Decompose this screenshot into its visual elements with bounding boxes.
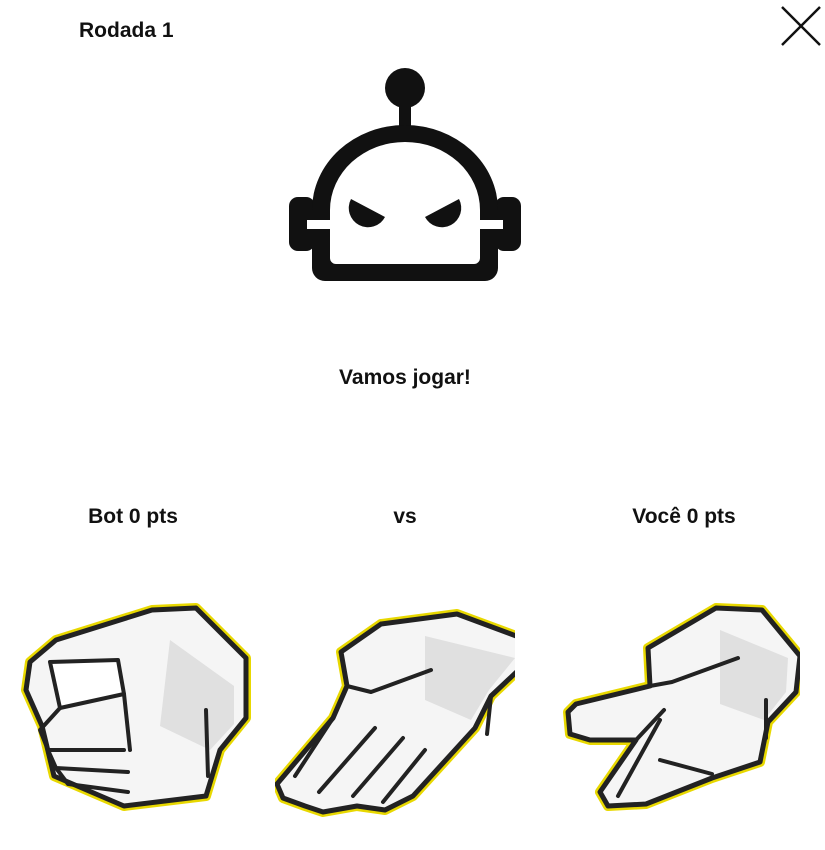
robot-icon [289,68,521,281]
player-score: Você 0 pts [632,505,736,528]
bot-score: Bot 0 pts [88,505,178,528]
close-button[interactable] [778,3,824,49]
paper-hand-icon [275,609,515,817]
rock-hand-icon [21,603,251,811]
scissors-choice-button[interactable] [560,600,800,820]
versus-label: vs [393,505,417,528]
paper-choice-button[interactable] [275,600,515,820]
robot-avatar [287,68,523,284]
round-title: Rodada 1 [79,19,174,42]
rock-choice-button[interactable] [20,600,260,820]
scissors-hand-icon [563,603,800,811]
close-icon [781,6,821,46]
status-message: Vamos jogar! [339,366,471,389]
